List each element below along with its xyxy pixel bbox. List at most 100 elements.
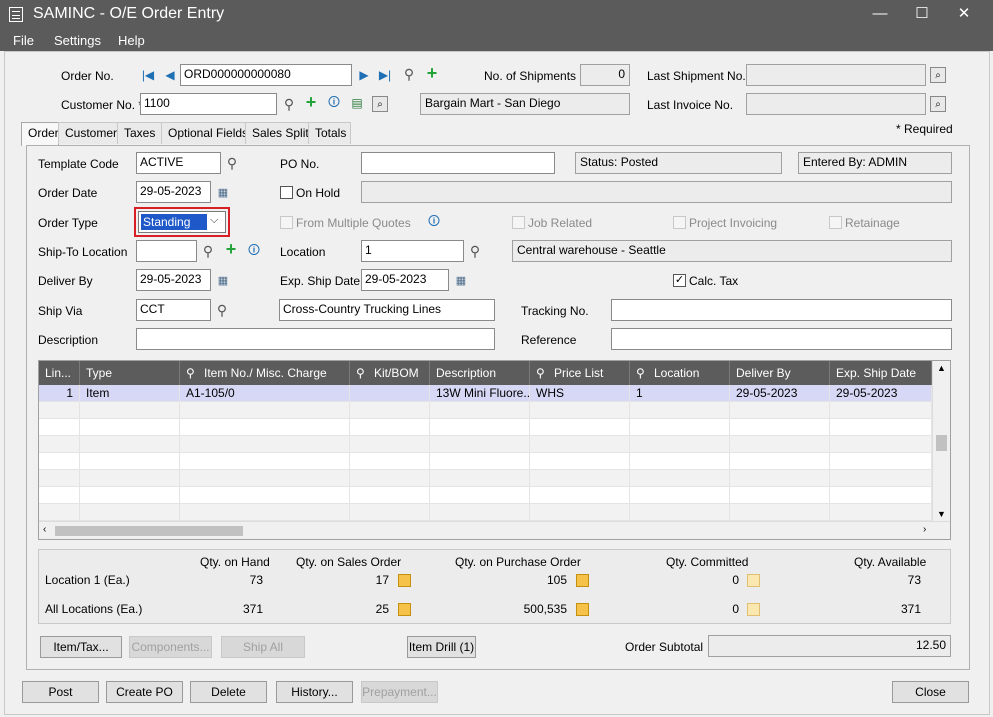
cell-location[interactable] [630,402,730,419]
cell-location[interactable]: 1 [630,385,730,402]
cell-deliver-by[interactable] [730,470,830,487]
delete-button[interactable]: Delete [190,681,267,703]
exp-ship-field[interactable]: 29-05-2023 [361,269,449,291]
all-purchase-order-note-icon[interactable] [576,603,589,616]
cell-description[interactable] [430,402,530,419]
cell-deliver-by[interactable] [730,487,830,504]
add-ship-to-icon[interactable]: + [223,239,239,259]
col-location[interactable]: Location [630,361,730,385]
cell-description[interactable] [430,504,530,521]
ship-via-field[interactable]: CCT [136,299,211,321]
cell-line[interactable] [39,470,80,487]
cell-deliver-by[interactable] [730,419,830,436]
col-exp-ship-date[interactable]: Exp. Ship Date [830,361,932,385]
maximize-button[interactable]: ☐ [900,0,944,29]
cell-location[interactable] [630,419,730,436]
table-row[interactable] [39,436,932,453]
cell-price-list[interactable] [530,470,630,487]
location-field[interactable]: 1 [361,240,464,262]
cell-deliver-by[interactable] [730,453,830,470]
cell-type[interactable] [80,419,180,436]
order-no-field[interactable]: ORD000000000080 [180,64,352,86]
cell-line[interactable] [39,453,80,470]
cell-type[interactable] [80,470,180,487]
cell-line[interactable] [39,487,80,504]
all-sales-order-note-icon[interactable] [398,603,411,616]
cell-item-no[interactable]: A1-105/0 [180,385,350,402]
add-icon[interactable]: + [424,63,440,83]
kit-search-icon[interactable]: ⚲ [356,366,365,380]
history-button[interactable]: History... [276,681,353,703]
table-row[interactable] [39,453,932,470]
quotes-info-icon[interactable]: 🛈 [426,214,442,230]
item-search-icon[interactable]: ⚲ [186,366,195,380]
cell-exp-ship-date[interactable] [830,419,932,436]
horizontal-scroll-thumb[interactable] [55,526,243,536]
scroll-up-icon[interactable]: ▲ [937,363,946,373]
cell-price-list[interactable]: WHS [530,385,630,402]
order-date-field[interactable]: 29-05-2023 [136,181,211,203]
close-window-button[interactable]: ✕ [942,0,986,29]
template-search-icon[interactable]: ⚲ [224,155,240,171]
ship-all-button[interactable]: Ship All [221,636,305,658]
ship-to-field[interactable] [136,240,197,262]
deliver-by-field[interactable]: 29-05-2023 [136,269,211,291]
cell-description[interactable]: 13W Mini Fluore... [430,385,530,402]
ship-via-description[interactable]: Cross-Country Trucking Lines [279,299,495,321]
cell-line[interactable] [39,436,80,453]
invoice-zoom-icon[interactable]: ⌕ [930,96,946,112]
cell-exp-ship-date[interactable] [830,436,932,453]
description-field[interactable] [136,328,495,350]
exp-ship-calendar-icon[interactable]: ▦ [453,272,469,288]
cell-item-no[interactable] [180,487,350,504]
tab-order[interactable]: Order [21,122,59,146]
cell-price-list[interactable] [530,436,630,453]
all-committed-note-icon[interactable] [747,603,760,616]
cell-item-no[interactable] [180,436,350,453]
tab-totals[interactable]: Totals [308,122,351,144]
cell-kit-bom[interactable] [350,487,430,504]
cell-kit-bom[interactable] [350,436,430,453]
previous-record-icon[interactable]: ◀ [162,67,178,83]
ship-via-search-icon[interactable]: ⚲ [214,302,230,318]
tab-sales-split[interactable]: Sales Split [245,122,309,144]
next-record-icon[interactable]: ▶ [356,67,372,83]
scroll-left-icon[interactable]: ‹ [43,524,46,535]
create-po-button[interactable]: Create PO [106,681,183,703]
cell-kit-bom[interactable] [350,453,430,470]
cell-deliver-by[interactable] [730,436,830,453]
col-line[interactable]: Lin... [39,361,80,385]
cell-item-no[interactable] [180,402,350,419]
tracking-field[interactable] [611,299,952,321]
info-icon[interactable]: 🛈 [326,95,342,111]
from-multiple-quotes-checkbox[interactable] [280,216,293,229]
ship-to-info-icon[interactable]: 🛈 [246,243,262,259]
horizontal-scrollbar[interactable]: ‹ › [39,521,950,539]
cell-type[interactable] [80,504,180,521]
cell-price-list[interactable] [530,419,630,436]
cell-exp-ship-date[interactable] [830,402,932,419]
cell-type[interactable] [80,402,180,419]
col-description[interactable]: Description [430,361,530,385]
calendar-icon[interactable]: ▦ [215,184,231,200]
table-row[interactable] [39,470,932,487]
cell-exp-ship-date[interactable] [830,487,932,504]
cell-deliver-by[interactable]: 29-05-2023 [730,385,830,402]
cell-description[interactable] [430,470,530,487]
cell-kit-bom[interactable] [350,419,430,436]
on-hold-checkbox[interactable] [280,186,293,199]
cell-kit-bom[interactable] [350,385,430,402]
cell-location[interactable] [630,436,730,453]
col-deliver-by[interactable]: Deliver By [730,361,830,385]
cell-location[interactable] [630,470,730,487]
committed-note-icon[interactable] [747,574,760,587]
sales-order-note-icon[interactable] [398,574,411,587]
tab-taxes[interactable]: Taxes [117,122,162,144]
cell-location[interactable] [630,487,730,504]
cell-kit-bom[interactable] [350,504,430,521]
price-list-search-icon[interactable]: ⚲ [536,366,545,380]
close-button[interactable]: Close [892,681,969,703]
cell-line[interactable] [39,504,80,521]
calc-tax-checkbox[interactable]: ✓ [673,274,686,287]
cell-description[interactable] [430,453,530,470]
